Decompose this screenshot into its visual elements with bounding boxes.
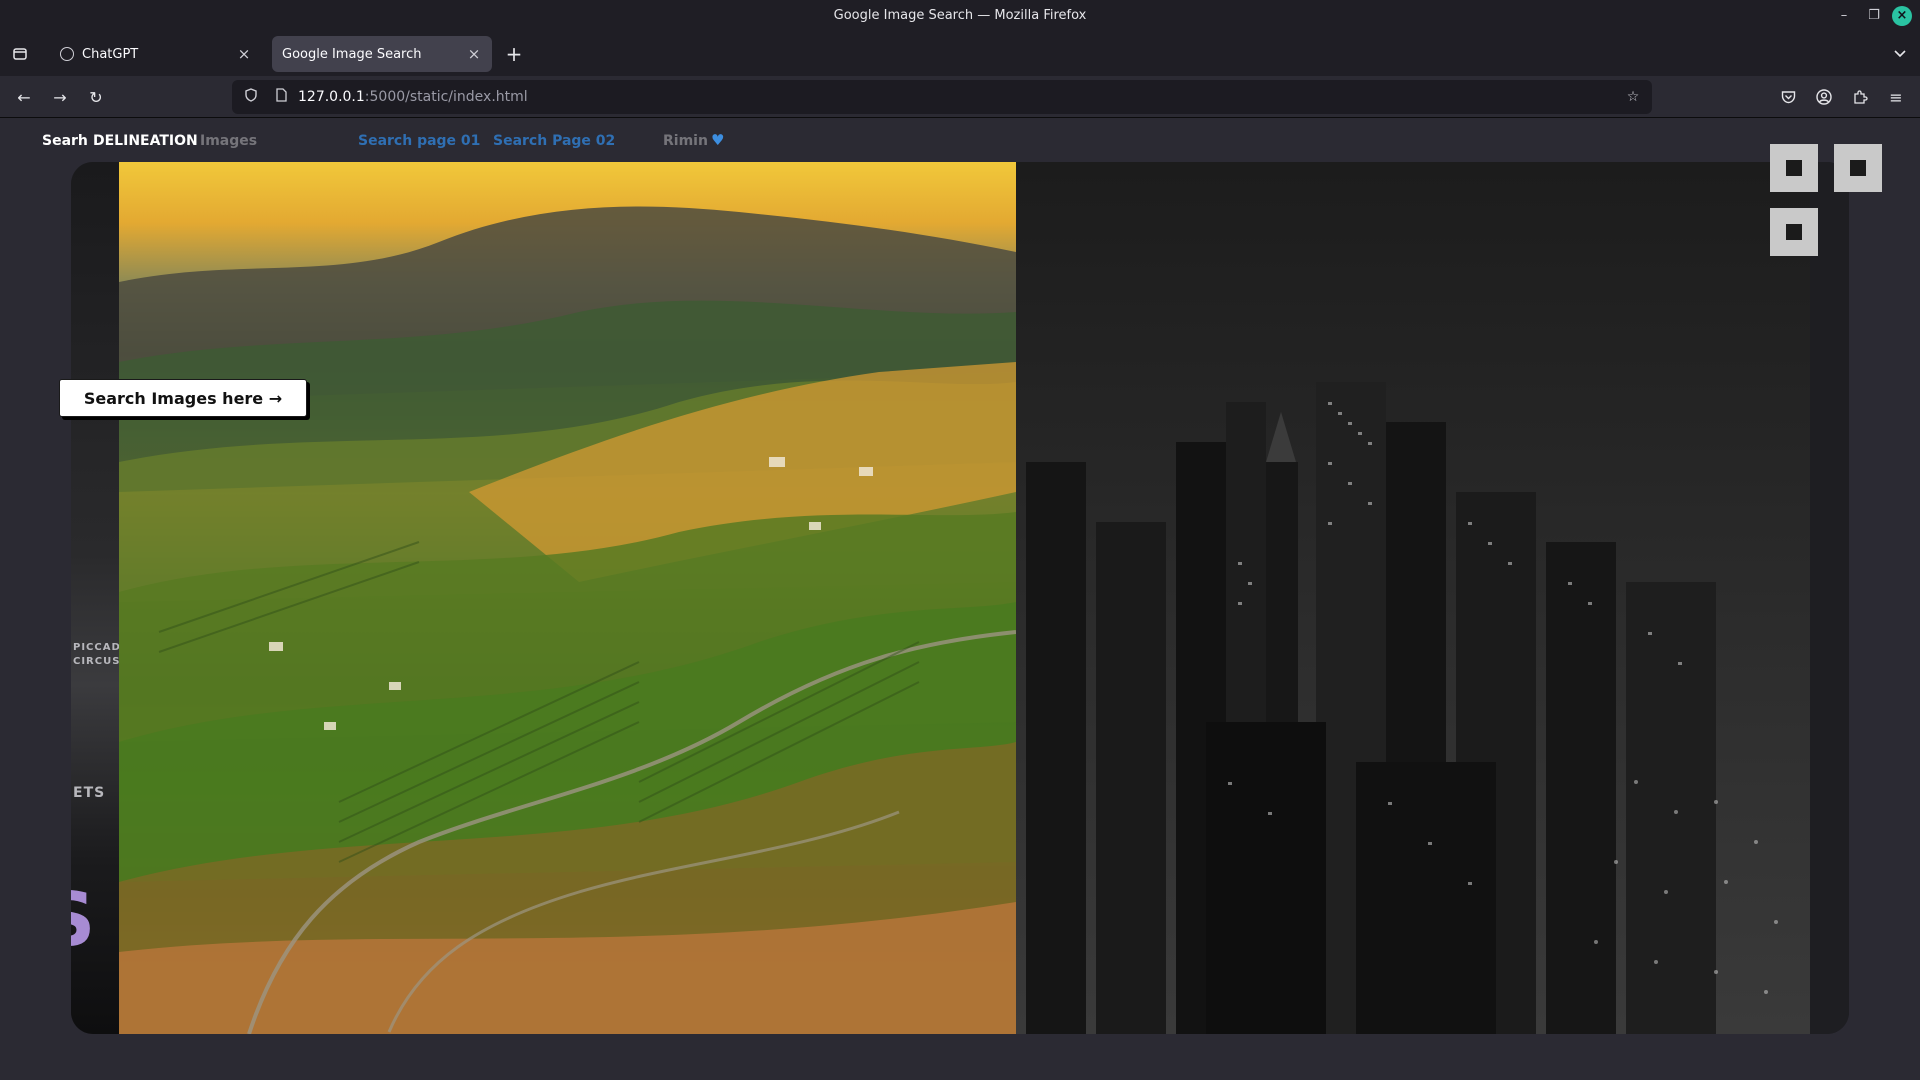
- url-host: 127.0.0.1: [298, 89, 365, 105]
- grid-tile-button[interactable]: [1834, 144, 1882, 192]
- close-tab-icon[interactable]: ×: [466, 45, 482, 63]
- strip-sign: PICCAD: [73, 642, 121, 653]
- grid-tile-button[interactable]: [1770, 144, 1818, 192]
- tab-label: Google Image Search: [282, 46, 422, 62]
- url-path: :5000/static/index.html: [364, 89, 528, 105]
- nav-search-page-02[interactable]: Search Page 02: [493, 133, 615, 153]
- card-edge: [1810, 162, 1849, 1034]
- chatgpt-favicon-icon: [60, 47, 74, 61]
- address-bar[interactable]: 127.0.0.1:5000/static/index.html ☆: [232, 80, 1652, 114]
- nav-images[interactable]: Images: [200, 133, 257, 153]
- window-titlebar: Google Image Search — Mozilla Firefox – …: [0, 0, 1920, 32]
- back-icon[interactable]: ←: [10, 83, 38, 111]
- restore-icon[interactable]: ❐: [1864, 6, 1884, 26]
- minimize-icon[interactable]: –: [1834, 6, 1854, 26]
- close-window-icon[interactable]: ×: [1892, 6, 1912, 26]
- grid-tile-button[interactable]: [1770, 208, 1818, 256]
- bookmark-star-icon[interactable]: ☆: [1622, 89, 1644, 105]
- brand-link[interactable]: Searh: [42, 133, 88, 153]
- shield-icon[interactable]: [240, 88, 262, 106]
- reload-icon[interactable]: ↻: [82, 83, 110, 111]
- close-tab-icon[interactable]: ×: [236, 45, 252, 63]
- square-icon: [1850, 160, 1866, 176]
- extensions-icon[interactable]: [1846, 83, 1874, 111]
- heart-icon[interactable]: ♥: [711, 131, 724, 151]
- search-images-button[interactable]: Search Images here →: [59, 379, 307, 417]
- hero-slider: PICCAD CIRCUS ETS: [71, 162, 1849, 1034]
- landscape-image: [119, 162, 1016, 1034]
- navigation-toolbar: ← → ↻ 127.0.0.1:5000/static/index.html ☆…: [0, 76, 1920, 118]
- hero-heading-letter: S: [71, 877, 95, 963]
- account-icon[interactable]: [1810, 83, 1838, 111]
- strip-sign: ETS: [73, 785, 106, 801]
- nav-extra[interactable]: Rimin: [663, 133, 708, 153]
- tab-label: ChatGPT: [82, 46, 139, 62]
- tab-google-image-search[interactable]: Google Image Search ×: [272, 36, 492, 72]
- square-icon: [1786, 224, 1802, 240]
- list-all-tabs-chevron-icon[interactable]: [1886, 40, 1914, 68]
- tab-list-icon[interactable]: [6, 40, 34, 68]
- square-icon: [1786, 160, 1802, 176]
- page-info-icon[interactable]: [270, 88, 292, 106]
- city-night-image: [1016, 162, 1810, 1034]
- page-viewport: PICCAD CIRCUS ETS Searh DELINEATION Imag…: [0, 118, 1920, 1080]
- strip-sign: CIRCUS: [73, 656, 121, 667]
- tab-chatgpt[interactable]: ChatGPT ×: [50, 36, 262, 72]
- menu-icon[interactable]: ≡: [1882, 83, 1910, 111]
- nav-search-page-01[interactable]: Search page 01: [358, 133, 480, 153]
- tab-bar: ChatGPT × Google Image Search × +: [0, 32, 1920, 76]
- new-tab-icon[interactable]: +: [500, 40, 528, 68]
- pocket-icon[interactable]: [1774, 83, 1802, 111]
- nav-delineation[interactable]: DELINEATION: [93, 133, 198, 153]
- forward-icon[interactable]: →: [46, 83, 74, 111]
- window-title: Google Image Search — Mozilla Firefox: [833, 8, 1087, 23]
